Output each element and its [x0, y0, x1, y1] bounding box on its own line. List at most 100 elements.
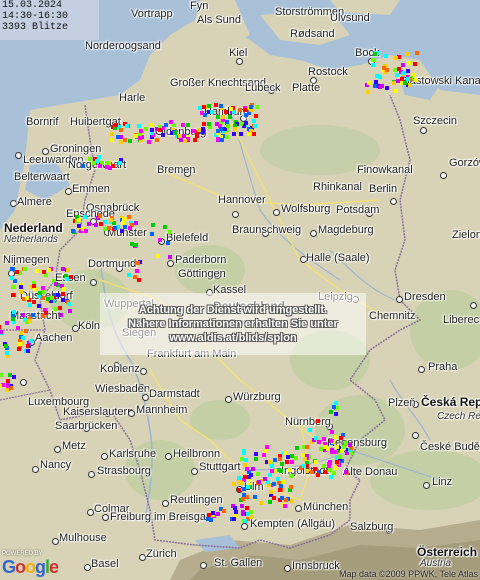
lightning-strike: [168, 255, 172, 259]
lightning-strike: [278, 457, 282, 461]
city-label-koln: Köln: [78, 320, 101, 332]
lightning-strike: [385, 86, 389, 90]
lightning-strike: [220, 138, 224, 142]
lightning-strike: [401, 63, 405, 67]
lightning-strike: [272, 496, 276, 500]
city-label-netherlands: Netherlands: [4, 234, 58, 245]
info-date: 15.03.2024: [2, 0, 63, 11]
lightning-strike: [59, 313, 63, 317]
notice-line-3[interactable]: www.aldis.at/blids/splon: [100, 331, 366, 345]
lightning-strike: [243, 519, 247, 523]
city-label-bremen: Bremen: [157, 164, 196, 176]
city-label-nederland: Nederland: [4, 221, 63, 235]
lightning-map[interactable]: Vortrapp Als Sund Storströmmen Ulvsund Fyn Rø…: [0, 0, 480, 580]
lightning-strike: [0, 330, 3, 334]
lightning-strike: [338, 455, 342, 459]
lightning-strike: [150, 123, 154, 127]
city-marker-mannheim: [128, 410, 135, 417]
lightning-strike: [240, 457, 244, 461]
lightning-strike: [219, 104, 223, 108]
notice-line-2: Nähere Informationen erhalten Sie unter: [128, 318, 338, 330]
lightning-strike: [237, 480, 241, 484]
lightning-strike: [221, 115, 225, 119]
lightning-strike: [168, 230, 172, 234]
lightning-strike: [83, 215, 87, 219]
lightning-strike: [289, 485, 293, 489]
city-marker-almere: [10, 200, 17, 207]
city-marker-linz: [423, 482, 430, 489]
lightning-strike: [32, 300, 36, 304]
lightning-strike: [109, 218, 113, 222]
city-marker-stuttgart: [191, 468, 198, 475]
city-label-almere: Almere: [17, 196, 52, 208]
city-label-liberec: Liberec: [443, 314, 480, 326]
lightning-strike: [322, 464, 326, 468]
lightning-strike: [26, 349, 30, 353]
lightning-strike: [280, 496, 284, 500]
lightning-strike: [385, 68, 389, 72]
lightning-strike: [211, 511, 215, 515]
lightning-strike: [373, 52, 377, 56]
lightning-strike: [283, 504, 287, 508]
lightning-strike: [69, 275, 73, 279]
lightning-strike: [136, 261, 140, 265]
city-marker-luxembourg: [20, 379, 27, 386]
city-label-osterreich: Österreich: [417, 545, 478, 559]
lightning-strike: [66, 268, 70, 272]
lightning-strike: [202, 122, 206, 126]
city-label-nancy: Nancy: [40, 459, 72, 471]
lightning-strike: [216, 512, 220, 516]
city-label-halle-saale: Halle (Saale): [306, 252, 370, 264]
city-label-mannheim: Mannheim: [136, 404, 188, 416]
lightning-strike: [156, 254, 160, 258]
lightning-strike: [87, 222, 91, 226]
lightning-strike: [127, 215, 131, 219]
lightning-strike: [406, 77, 410, 81]
lightning-strike: [77, 218, 81, 222]
lightning-strike: [316, 419, 320, 423]
lightning-strike: [334, 466, 338, 470]
lightning-strike: [135, 269, 139, 273]
lightning-strike: [95, 159, 99, 163]
lightning-strike: [62, 287, 66, 291]
lightning-strike: [232, 482, 236, 486]
lightning-strike: [125, 124, 129, 128]
lightning-strike: [98, 214, 102, 218]
city-label-aachen: Aachen: [35, 332, 73, 344]
city-label-rhinkanal: Rhinkanal: [313, 181, 362, 193]
lightning-strike: [269, 490, 273, 494]
city-label-dortmund: Dortmund: [88, 258, 137, 270]
lightning-strike: [216, 115, 220, 119]
lightning-strike: [19, 290, 23, 294]
info-time-range: 14:30-16:30: [2, 11, 69, 22]
lightning-strike: [222, 509, 226, 513]
city-label-st-gallen: St. Gallen: [214, 557, 263, 569]
lightning-strike: [183, 139, 187, 143]
lightning-strike: [294, 456, 298, 460]
lightning-strike: [21, 336, 25, 340]
city-label-lubeck: Lübeck: [245, 82, 281, 94]
lightning-strike: [395, 73, 399, 77]
lightning-strike: [11, 317, 15, 321]
lightning-strike: [366, 90, 370, 94]
lightning-strike: [240, 504, 244, 508]
city-label-belterwaart: Belterwaart: [14, 171, 70, 183]
google-logo[interactable]: POWERED BY Google: [2, 551, 59, 578]
lightning-strike: [44, 311, 48, 315]
city-label-kaiserslautern: Kaiserslautern: [63, 406, 134, 418]
lightning-strike: [280, 462, 284, 466]
city-label-szczecin: Szczecin: [413, 115, 458, 127]
city-label-metz: Metz: [62, 440, 86, 452]
city-label-finowkanal: Finowkanal: [357, 164, 413, 176]
city-label-koblenz: Koblenz: [100, 363, 140, 375]
lightning-strike: [392, 81, 396, 85]
city-label-darmstadt: Darmstadt: [149, 388, 200, 400]
city-label-magdeburg: Magdeburg: [318, 224, 374, 236]
city-marker-innsbruck: [284, 565, 291, 572]
lightning-strike: [120, 229, 124, 233]
lightning-strike: [15, 270, 19, 274]
city-marker-darmstadt: [142, 394, 149, 401]
city-label-praha: Praha: [428, 361, 458, 373]
lightning-strike: [371, 58, 375, 62]
lightning-strike: [329, 410, 333, 414]
